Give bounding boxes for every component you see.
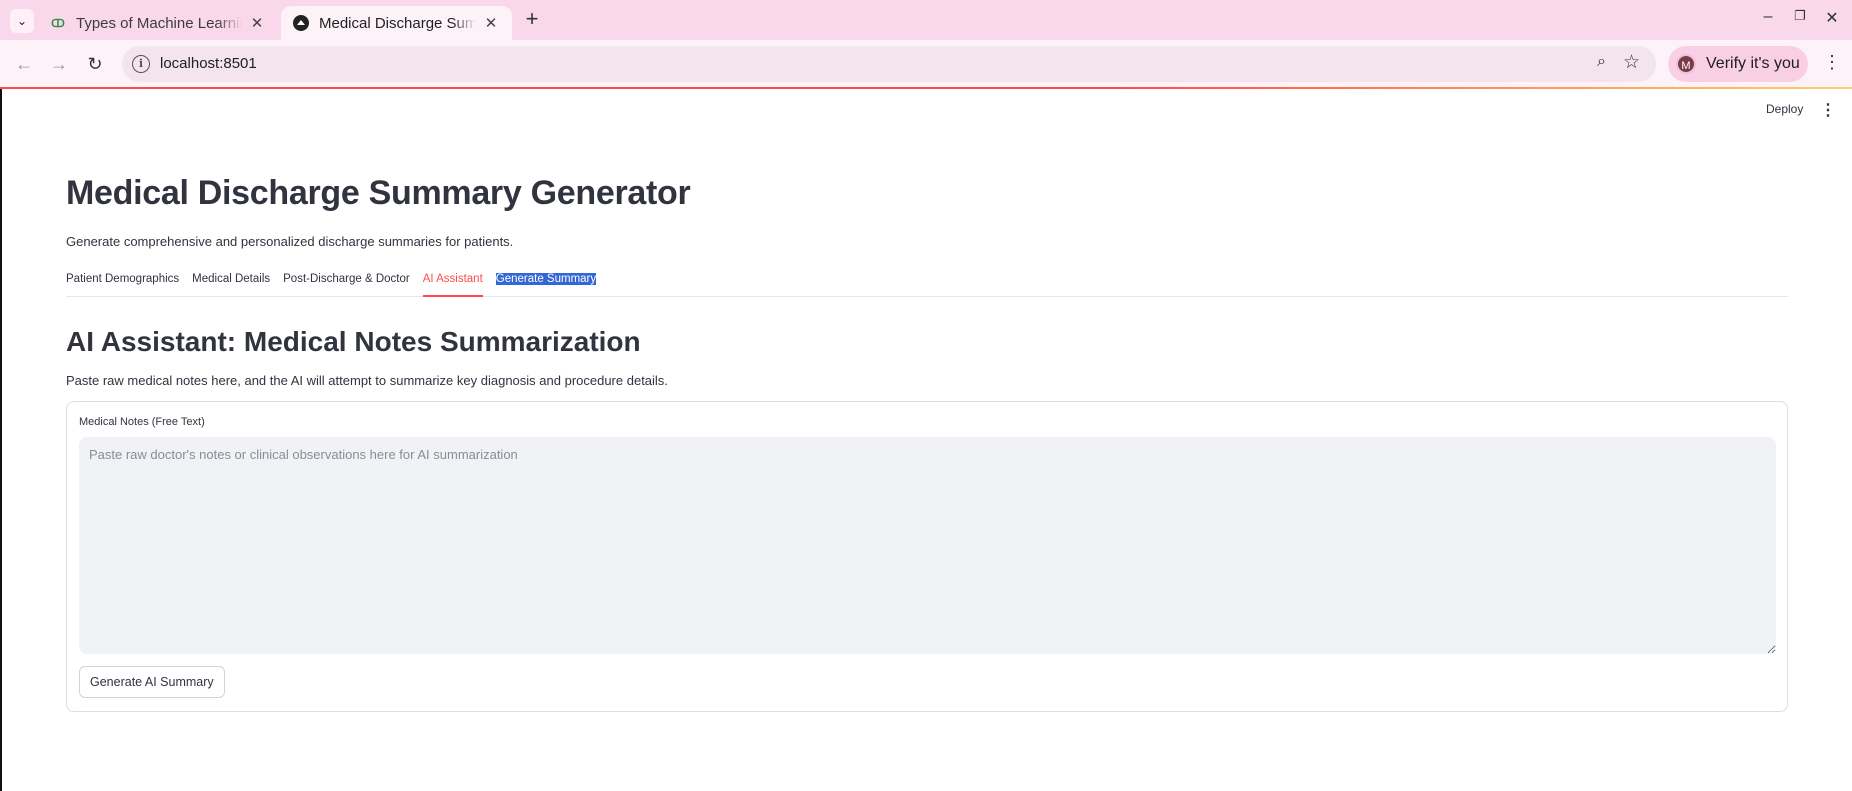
browser-toolbar: ← → ↻ i localhost:8501 ⌕ ☆ M Verify it's… bbox=[0, 40, 1852, 87]
tab-ai-assistant[interactable]: AI Assistant bbox=[422, 269, 483, 297]
page-title: Medical Discharge Summary Generator bbox=[66, 174, 691, 212]
main-content: Medical Discharge Summary Generator Gene… bbox=[66, 170, 1788, 712]
browser-tab-inactive[interactable]: ↀ Types of Machine Learning ✕ bbox=[38, 6, 278, 40]
tab-label: Medical Details bbox=[192, 273, 271, 285]
restore-icon[interactable]: ❐ bbox=[1788, 8, 1812, 24]
site-info-icon[interactable]: i bbox=[132, 55, 150, 73]
browser-tabstrip: ⌄ ↀ Types of Machine Learning ✕ Medical … bbox=[0, 0, 1852, 40]
browser-tab-active[interactable]: Medical Discharge Summary ✕ bbox=[281, 6, 512, 40]
tab-medical-details[interactable]: Medical Details bbox=[192, 269, 270, 297]
section-tabs: Patient Demographics Medical Details Pos… bbox=[66, 269, 1788, 297]
zoom-icon[interactable]: ⌕ bbox=[1597, 53, 1606, 71]
tab-label: Generate Summary bbox=[495, 273, 597, 285]
browser-menu-icon[interactable]: ⋮ bbox=[1822, 52, 1842, 73]
avatar: M bbox=[1676, 54, 1696, 74]
profile-button[interactable]: M Verify it's you bbox=[1668, 46, 1808, 82]
ai-summary-form: Medical Notes (Free Text) Generate AI Su… bbox=[66, 401, 1788, 712]
address-bar[interactable]: i localhost:8501 ⌕ ☆ bbox=[122, 46, 1656, 82]
tab-search-icon[interactable]: ⌄ bbox=[10, 9, 34, 33]
url-text[interactable]: localhost:8501 bbox=[160, 55, 257, 72]
close-tab-icon[interactable]: ✕ bbox=[482, 14, 500, 32]
deploy-button[interactable]: Deploy bbox=[1766, 102, 1803, 116]
tab-title: Types of Machine Learning bbox=[76, 14, 242, 32]
new-tab-button[interactable]: + bbox=[520, 8, 544, 32]
window-edge bbox=[0, 89, 2, 791]
medical-notes-label: Medical Notes (Free Text) bbox=[79, 416, 205, 428]
tab-label: Patient Demographics bbox=[66, 273, 180, 285]
window-close-icon[interactable]: ✕ bbox=[1820, 8, 1844, 28]
profile-label: Verify it's you bbox=[1706, 55, 1800, 72]
section-description: Paste raw medical notes here, and the AI… bbox=[66, 373, 668, 388]
reload-icon[interactable]: ↻ bbox=[81, 50, 109, 78]
streamlit-icon bbox=[293, 15, 309, 31]
tab-post-discharge-doctor[interactable]: Post-Discharge & Doctor bbox=[283, 269, 410, 297]
medical-notes-textarea[interactable] bbox=[79, 437, 1776, 654]
page-subtitle: Generate comprehensive and personalized … bbox=[66, 234, 514, 249]
app-menu-icon[interactable]: ⋮ bbox=[1820, 100, 1836, 120]
generate-ai-summary-button[interactable]: Generate AI Summary bbox=[79, 666, 225, 698]
bookmark-star-icon[interactable]: ☆ bbox=[1623, 51, 1640, 74]
forward-icon[interactable]: → bbox=[45, 50, 73, 78]
close-tab-icon[interactable]: ✕ bbox=[248, 14, 266, 32]
tab-label: AI Assistant bbox=[422, 273, 483, 285]
gfg-icon: ↀ bbox=[51, 17, 65, 30]
tab-patient-demographics[interactable]: Patient Demographics bbox=[66, 269, 179, 297]
tab-generate-summary[interactable]: Generate Summary bbox=[495, 269, 597, 297]
minimize-icon[interactable]: – bbox=[1756, 8, 1780, 26]
section-heading: AI Assistant: Medical Notes Summarizatio… bbox=[66, 326, 641, 357]
tab-title: Medical Discharge Summary bbox=[319, 14, 476, 32]
back-icon[interactable]: ← bbox=[10, 50, 38, 78]
app-header-decoration bbox=[0, 87, 1852, 89]
tab-label: Post-Discharge & Doctor bbox=[283, 273, 410, 285]
